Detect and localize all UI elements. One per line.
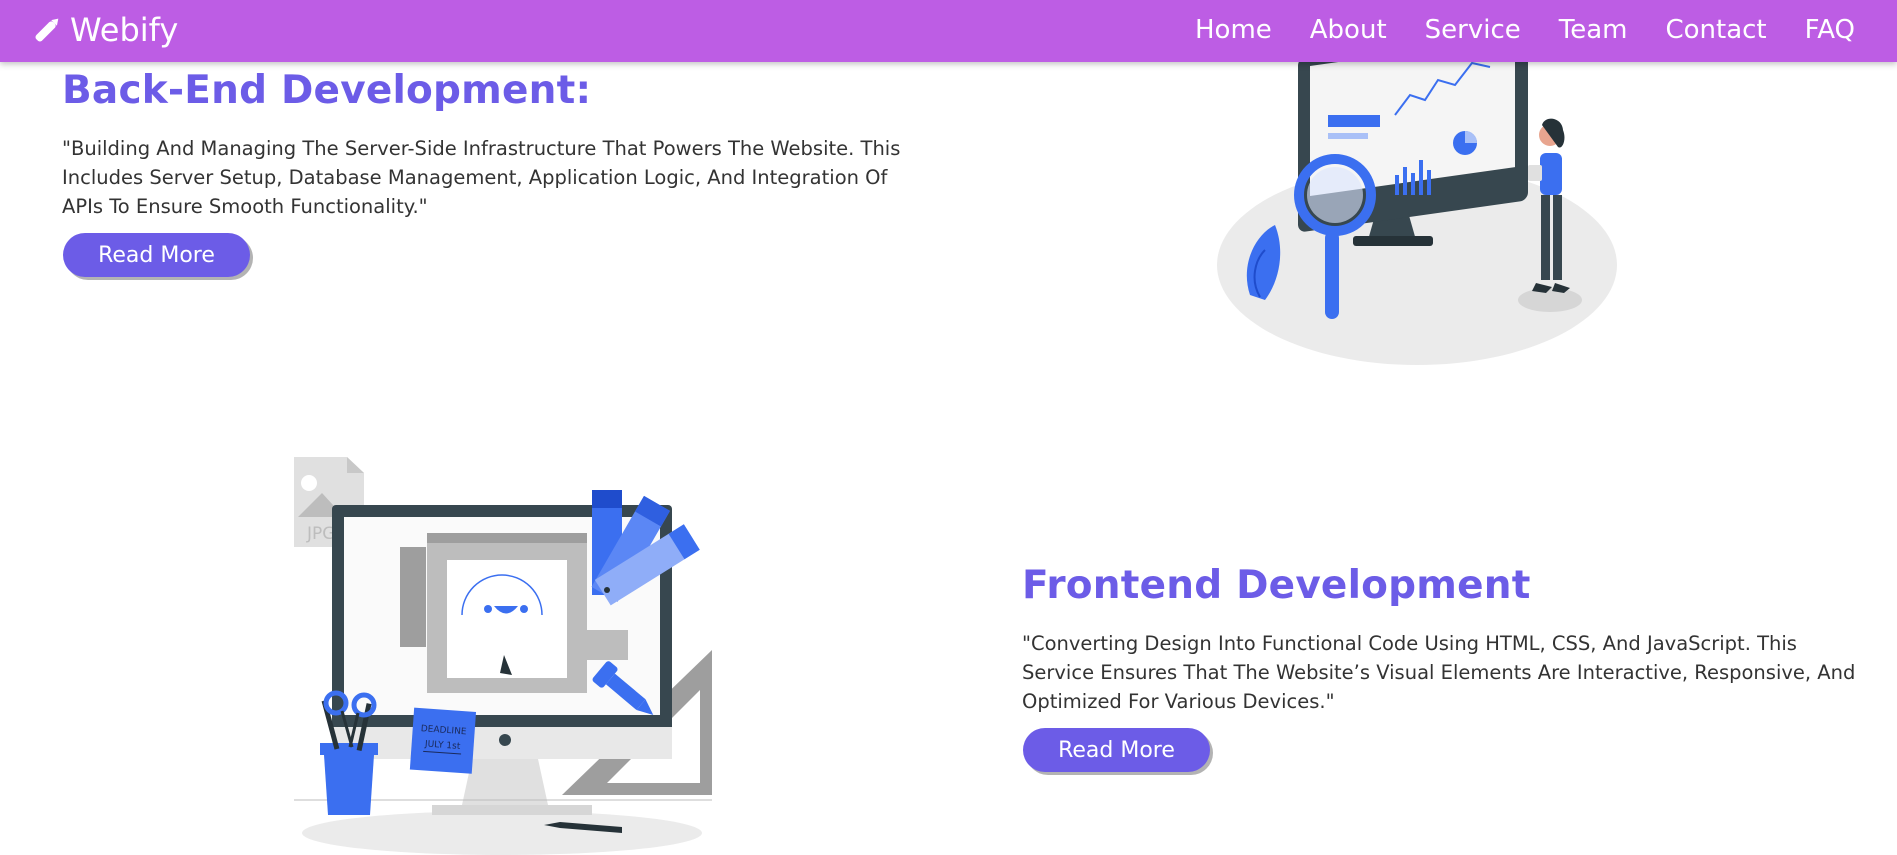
- nav-links: Home About Service Team Contact FAQ: [1195, 10, 1855, 50]
- nav-link-home[interactable]: Home: [1195, 15, 1272, 45]
- backend-read-more-button[interactable]: Read More: [63, 233, 250, 277]
- brand-name: Webify: [70, 11, 179, 49]
- frontend-read-more-button[interactable]: Read More: [1023, 728, 1210, 772]
- navbar: Webify Home About Service Team Contact F…: [0, 0, 1897, 62]
- nav-link-about[interactable]: About: [1310, 15, 1387, 45]
- design-illustration: JPG DEADLINE JULY 1st: [294, 457, 712, 855]
- nav-link-team[interactable]: Team: [1559, 15, 1628, 45]
- brand-logo[interactable]: Webify: [30, 8, 178, 52]
- analytics-illustration: [1217, 55, 1617, 365]
- frontend-title: Frontend Development: [1022, 563, 1531, 608]
- backend-title: Back-End Development:: [62, 68, 592, 113]
- nav-link-contact[interactable]: Contact: [1665, 15, 1766, 45]
- nav-link-service[interactable]: Service: [1425, 15, 1521, 45]
- jpg-label: JPG: [306, 524, 335, 544]
- backend-description: "Building And Managing The Server-Side I…: [62, 137, 901, 218]
- nav-link-faq[interactable]: FAQ: [1805, 15, 1855, 45]
- pencil-icon: [35, 18, 59, 42]
- frontend-description: "Converting Design Into Functional Code …: [1022, 632, 1856, 713]
